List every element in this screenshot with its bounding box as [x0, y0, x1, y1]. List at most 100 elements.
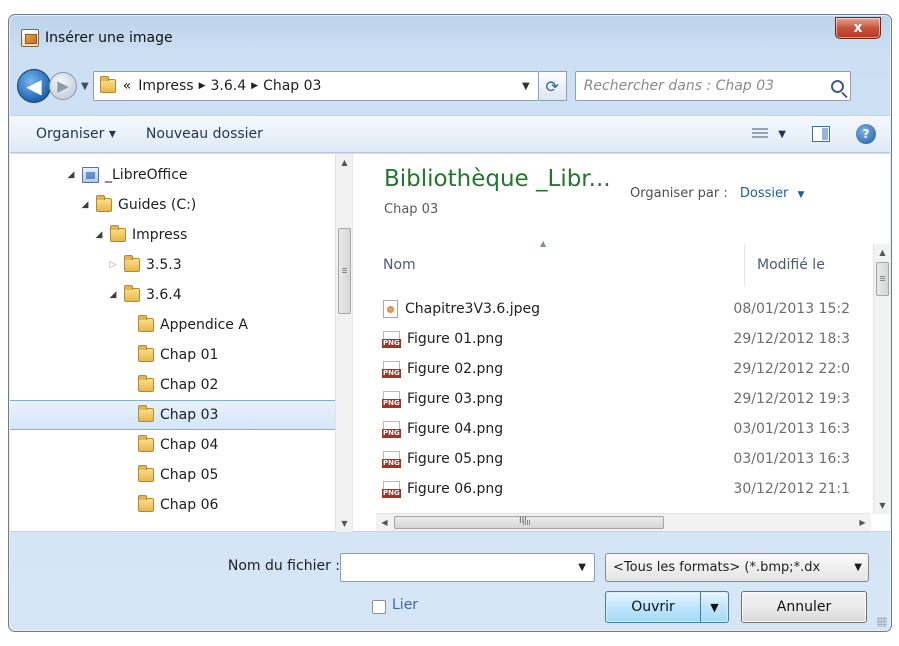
view-dropdown-icon[interactable]: ▼: [778, 129, 786, 140]
breadcrumb-impress[interactable]: Impress: [138, 78, 193, 94]
file-row[interactable]: Figure 01.png 29/12/2012 18:3: [370, 324, 850, 354]
file-modified-date: 03/01/2013 16:3: [733, 421, 850, 437]
filename-dropdown-icon[interactable]: ▼: [578, 562, 586, 573]
tree-item[interactable]: ◢ 3.6.4: [10, 280, 310, 310]
organize-menu[interactable]: Organiser ▾: [36, 126, 116, 142]
file-row[interactable]: Figure 06.png 30/12/2012 21:1: [370, 474, 850, 504]
breadcrumb-3-6-4[interactable]: 3.6.4: [211, 78, 247, 94]
folder-icon: [138, 435, 154, 452]
tree-item[interactable]: ◢ _LibreOffice: [10, 160, 310, 190]
file-name-cell: Figure 02.png: [370, 360, 733, 378]
refresh-button[interactable]: ⟳: [538, 71, 567, 101]
png-file-icon: [382, 390, 401, 408]
column-header-name[interactable]: ▲ Nom: [370, 239, 744, 273]
file-row[interactable]: Chapitre3V3.6.jpeg 08/01/2013 15:2: [370, 294, 850, 324]
scroll-left-icon[interactable]: ◀: [376, 514, 393, 531]
resize-grip-icon[interactable]: [877, 617, 887, 627]
breadcrumb-chap-03[interactable]: Chap 03: [263, 78, 321, 94]
scroll-up-icon[interactable]: ▲: [336, 154, 352, 171]
breadcrumb-separator-icon[interactable]: ▶: [199, 81, 206, 91]
tree-item-label: 3.5.3: [146, 257, 182, 273]
file-name: Figure 03.png: [407, 391, 504, 407]
navigation-bar: ◀ ▶ ▼ « Impress ▶ 3.6.4 ▶ Chap 03 ▼ ⟳ Re…: [9, 61, 891, 111]
scroll-down-icon[interactable]: ▼: [874, 497, 890, 514]
file-modified-date: 30/12/2012 21:1: [733, 481, 850, 497]
scroll-down-icon[interactable]: ▼: [336, 515, 352, 532]
collapse-arrow-icon[interactable]: ◢: [92, 230, 106, 240]
forward-button[interactable]: ▶: [49, 72, 77, 100]
tree-item[interactable]: Chap 04: [10, 430, 310, 460]
png-file-icon: [382, 450, 401, 468]
folder-icon: [124, 285, 140, 302]
scroll-thumb[interactable]: [338, 228, 351, 314]
link-label[interactable]: Lier: [392, 597, 418, 613]
search-icon[interactable]: [830, 79, 844, 93]
collapse-arrow-icon[interactable]: ◢: [106, 290, 120, 300]
preview-pane-icon[interactable]: [812, 126, 830, 142]
open-options-dropdown-icon[interactable]: ▼: [700, 592, 728, 622]
file-row[interactable]: Figure 02.png 29/12/2012 22:0: [370, 354, 850, 384]
search-placeholder: Rechercher dans : Chap 03: [583, 78, 775, 94]
column-header-modified[interactable]: Modifié le: [744, 244, 825, 286]
open-button-label[interactable]: Ouvrir: [606, 599, 700, 615]
file-row[interactable]: Figure 04.png 03/01/2013 16:3: [370, 414, 850, 444]
file-modified-date: 29/12/2012 18:3: [733, 331, 850, 347]
change-view-button[interactable]: ▼: [752, 128, 786, 140]
scroll-right-icon[interactable]: ▶: [854, 514, 871, 531]
file-modified-date: 03/01/2013 16:3: [733, 451, 850, 467]
tree-item[interactable]: ▷ 3.5.3: [10, 250, 310, 280]
file-row[interactable]: Figure 03.png 29/12/2012 19:3: [370, 384, 850, 414]
filename-input[interactable]: ▼: [340, 553, 595, 582]
scroll-thumb[interactable]: III: [394, 516, 664, 529]
recent-locations-dropdown[interactable]: ▼: [81, 81, 89, 92]
arrange-dropdown-icon[interactable]: ▼: [798, 190, 805, 200]
library-title: Bibliothèque _Libr...: [384, 166, 611, 192]
file-type-dropdown-icon[interactable]: ▼: [854, 562, 868, 573]
search-input[interactable]: Rechercher dans : Chap 03: [574, 71, 851, 101]
file-name: Figure 02.png: [407, 361, 504, 377]
link-checkbox[interactable]: [372, 600, 386, 614]
breadcrumb-overflow[interactable]: «: [123, 78, 132, 94]
dialog-footer: Nom du fichier : ▼ <Tous les formats> (*…: [9, 533, 891, 631]
tree-item[interactable]: ◢ Impress: [10, 220, 310, 250]
tree-item-label: 3.6.4: [146, 287, 182, 303]
tree-item[interactable]: Chap 05: [10, 460, 310, 490]
tree-item[interactable]: Chap 03: [10, 400, 336, 430]
tree-item-label: Chap 01: [160, 347, 219, 363]
tree-item-label: Chap 03: [160, 407, 219, 423]
help-icon[interactable]: ?: [856, 124, 876, 144]
tree-item[interactable]: Chap 01: [10, 340, 310, 370]
file-list-scrollbar[interactable]: ▲ ▼: [873, 244, 890, 514]
breadcrumb-separator-icon[interactable]: ▶: [251, 81, 258, 91]
command-bar: Organiser ▾ Nouveau dossier ▼ ?: [10, 115, 890, 153]
tree-item-label: Appendice A: [160, 317, 248, 333]
tree-item[interactable]: Chap 02: [10, 370, 310, 400]
open-button[interactable]: Ouvrir ▼: [605, 591, 729, 623]
horizontal-scrollbar[interactable]: ◀ III ▶: [376, 513, 871, 531]
folder-icon: [124, 255, 140, 272]
png-file-icon: [382, 330, 401, 348]
tree-item[interactable]: Chap 06: [10, 490, 310, 520]
cancel-button[interactable]: Annuler: [741, 591, 867, 623]
address-dropdown-icon[interactable]: ▼: [514, 81, 538, 92]
folder-icon: [138, 345, 154, 362]
back-button[interactable]: ◀: [17, 69, 51, 103]
scroll-up-icon[interactable]: ▲: [874, 244, 890, 261]
collapse-arrow-icon[interactable]: ◢: [64, 170, 78, 180]
file-type-select[interactable]: <Tous les formats> (*.bmp;*.dx ▼: [605, 553, 869, 582]
navigation-pane-scrollbar[interactable]: ▲ ▼: [335, 154, 352, 532]
new-folder-button[interactable]: Nouveau dossier: [146, 126, 263, 142]
close-button[interactable]: x: [835, 17, 881, 39]
folder-icon: [99, 76, 116, 93]
library-subtitle: Chap 03: [384, 202, 439, 217]
tree-item[interactable]: Appendice A: [10, 310, 310, 340]
expand-arrow-icon[interactable]: ▷: [106, 260, 120, 270]
window-title: Insérer une image: [45, 30, 173, 46]
address-bar[interactable]: « Impress ▶ 3.6.4 ▶ Chap 03 ▼: [92, 71, 539, 101]
file-list-pane: Bibliothèque _Libr... Chap 03 Organiser …: [354, 154, 890, 532]
scroll-thumb[interactable]: [876, 262, 889, 296]
file-row[interactable]: Figure 05.png 03/01/2013 16:3: [370, 444, 850, 474]
arrange-by-dropdown[interactable]: Dossier: [740, 186, 788, 201]
collapse-arrow-icon[interactable]: ◢: [78, 200, 92, 210]
tree-item[interactable]: ◢ Guides (C:): [10, 190, 310, 220]
